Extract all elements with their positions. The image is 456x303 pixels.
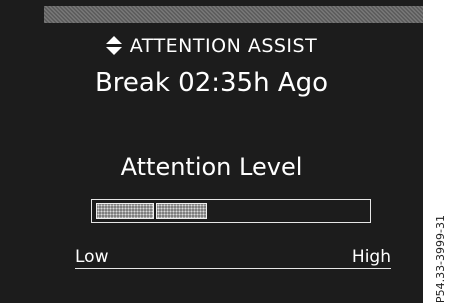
figure-code-text: P54.33-3999-31	[434, 214, 447, 303]
up-down-arrows-icon	[105, 36, 122, 56]
instrument-display: ATTENTION ASSIST Break 02:35h Ago Attent…	[0, 0, 423, 303]
level-segment-filled	[96, 203, 154, 219]
break-status-text: Break 02:35h Ago	[94, 68, 329, 98]
menu-title: ATTENTION ASSIST	[129, 35, 318, 57]
scale-low-label: Low	[75, 247, 109, 267]
scale-high-label: High	[351, 247, 391, 267]
top-status-strip	[44, 6, 423, 23]
level-scale: Low High	[75, 247, 391, 269]
scale-line	[75, 268, 391, 269]
menu-header: ATTENTION ASSIST	[0, 34, 423, 58]
attention-level-label: Attention Level	[120, 153, 303, 181]
level-segment-filled	[156, 203, 207, 219]
figure-code: P54.33-3999-31	[425, 0, 456, 303]
attention-level-bar	[91, 199, 371, 223]
